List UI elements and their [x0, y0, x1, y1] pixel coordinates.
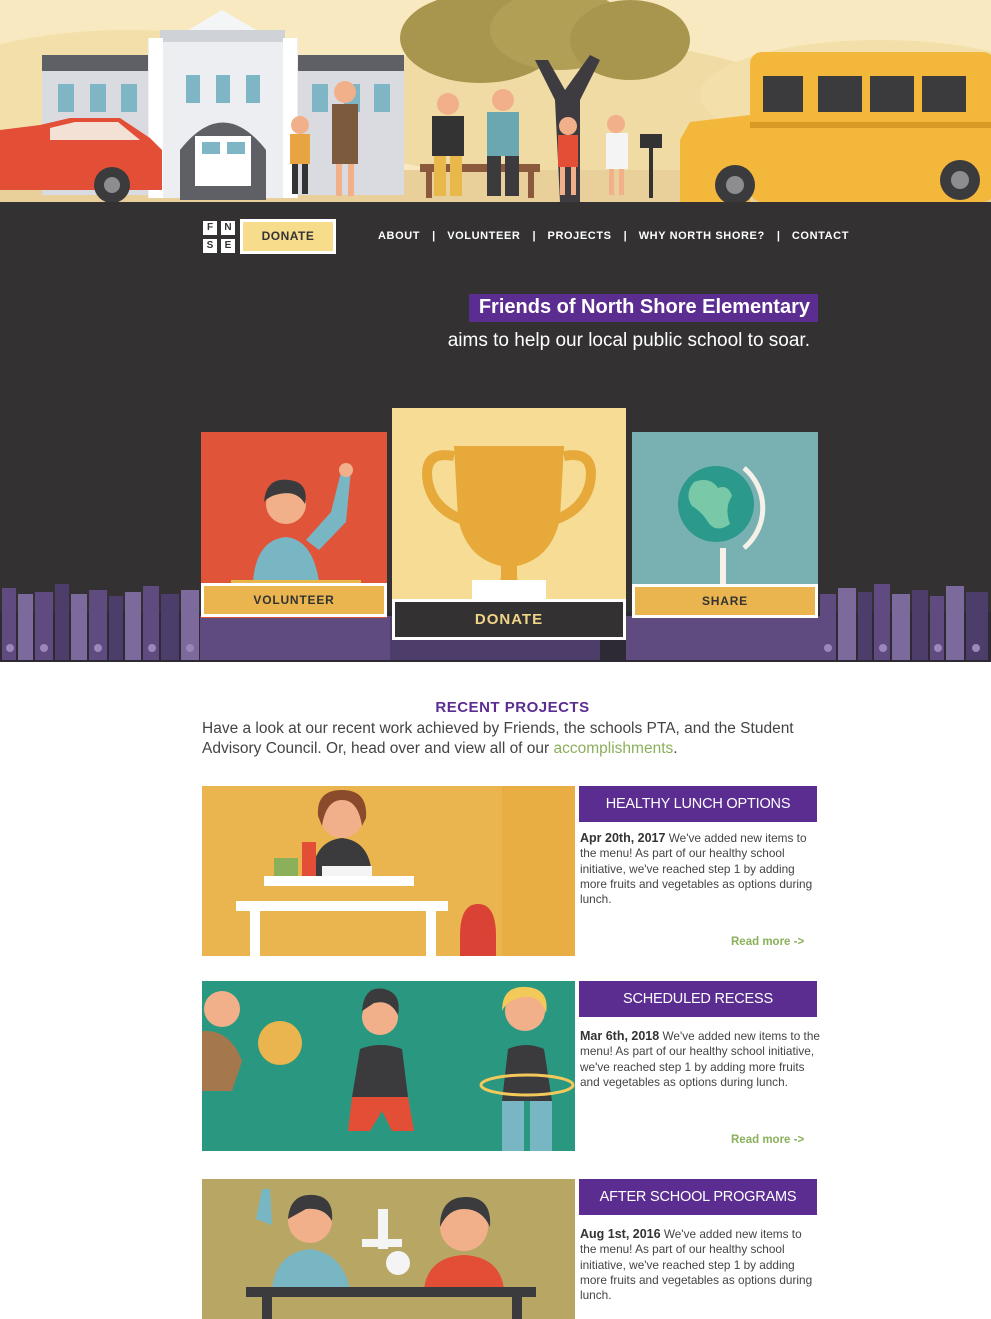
site-logo[interactable]: F N S E [201, 219, 237, 255]
project-title-healthy-lunch[interactable]: HEALTHY LUNCH OPTIONS [579, 786, 817, 822]
share-button[interactable]: SHARE [632, 584, 818, 618]
nav-separator: | [623, 230, 627, 242]
project-image-healthy-lunch[interactable] [202, 786, 575, 956]
project-description: Aug 1st, 2016 We've added new items to t… [580, 1227, 820, 1303]
nav-separator: | [432, 230, 436, 242]
logo-letter: E [221, 239, 235, 253]
project-date: Apr 20th, 2017 [580, 831, 666, 845]
school-scene-illustration [0, 0, 991, 202]
project-title-after-school[interactable]: AFTER SCHOOL PROGRAMS [579, 1179, 817, 1215]
volunteer-button[interactable]: VOLUNTEER [201, 583, 387, 617]
logo-letter: N [221, 221, 235, 235]
nav-link-volunteer[interactable]: VOLUNTEER [447, 230, 520, 242]
intro-text-end: . [673, 740, 678, 757]
donate-button[interactable]: DONATE [392, 599, 626, 640]
project-date: Aug 1st, 2016 [580, 1227, 661, 1241]
accomplishments-link[interactable]: accomplishments [554, 740, 674, 757]
main-nav: ABOUT | VOLUNTEER | PROJECTS | WHY NORTH… [378, 229, 849, 243]
read-more-link[interactable]: Read more -> [731, 936, 804, 948]
nav-link-contact[interactable]: CONTACT [792, 230, 849, 242]
project-image-after-school[interactable] [202, 1179, 575, 1319]
hero-subtitle: aims to help our local public school to … [447, 330, 810, 351]
logo-letter: F [203, 221, 217, 235]
nav-separator: | [532, 230, 536, 242]
nav-separator: | [776, 230, 780, 242]
recent-projects-intro: Have a look at our recent work achieved … [202, 719, 802, 759]
logo-letter: S [203, 239, 217, 253]
project-description: Apr 20th, 2017 We've added new items to … [580, 831, 820, 907]
project-date: Mar 6th, 2018 [580, 1029, 660, 1043]
project-description: Mar 6th, 2018 We've added new items to t… [580, 1029, 820, 1090]
nav-link-projects[interactable]: PROJECTS [548, 230, 612, 242]
recent-projects-heading: RECENT PROJECTS [435, 699, 590, 716]
nav-link-about[interactable]: ABOUT [378, 230, 420, 242]
read-more-link[interactable]: Read more -> [731, 1134, 804, 1146]
hero-title: Friends of North Shore Elementary [468, 294, 818, 322]
intro-text: Have a look at our recent work achieved … [202, 720, 794, 757]
project-title-scheduled-recess[interactable]: SCHEDULED RECESS [579, 981, 817, 1017]
nav-donate-button[interactable]: DONATE [240, 219, 336, 254]
project-image-scheduled-recess[interactable] [202, 981, 575, 1151]
nav-link-why-north-shore[interactable]: WHY NORTH SHORE? [639, 230, 765, 242]
hero-section: F N S E DONATE ABOUT | VOLUNTEER | PROJE… [0, 202, 991, 662]
